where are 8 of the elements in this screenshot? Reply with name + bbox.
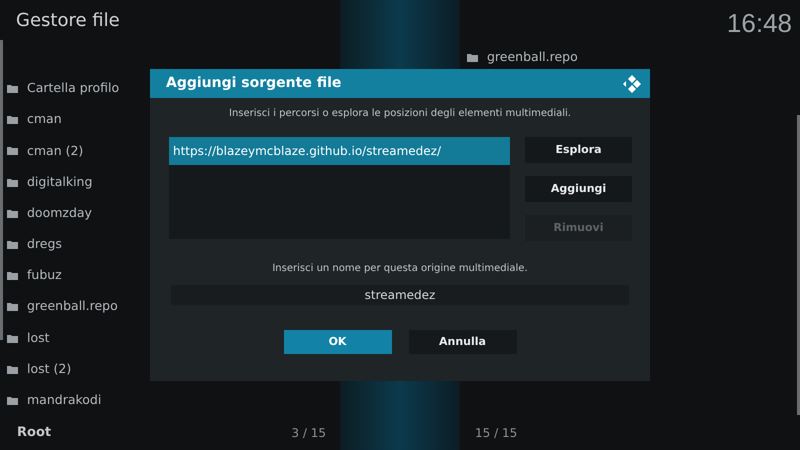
item-count: 3 / 15 (291, 425, 326, 442)
clock: 16:48 (726, 7, 792, 40)
item-count: 15 / 15 (475, 425, 518, 442)
name-prompt: Inserisci un nome per questa origine multimediale. (271, 262, 529, 276)
dialog-title: Aggiungi sorgente file (166, 74, 342, 93)
instruction-text: Inserisci i percorsi o esplora le posizioni degli elementi multimediali. (228, 107, 572, 121)
current-path: Root (17, 424, 52, 442)
window-title: Gestore file (15, 9, 121, 33)
